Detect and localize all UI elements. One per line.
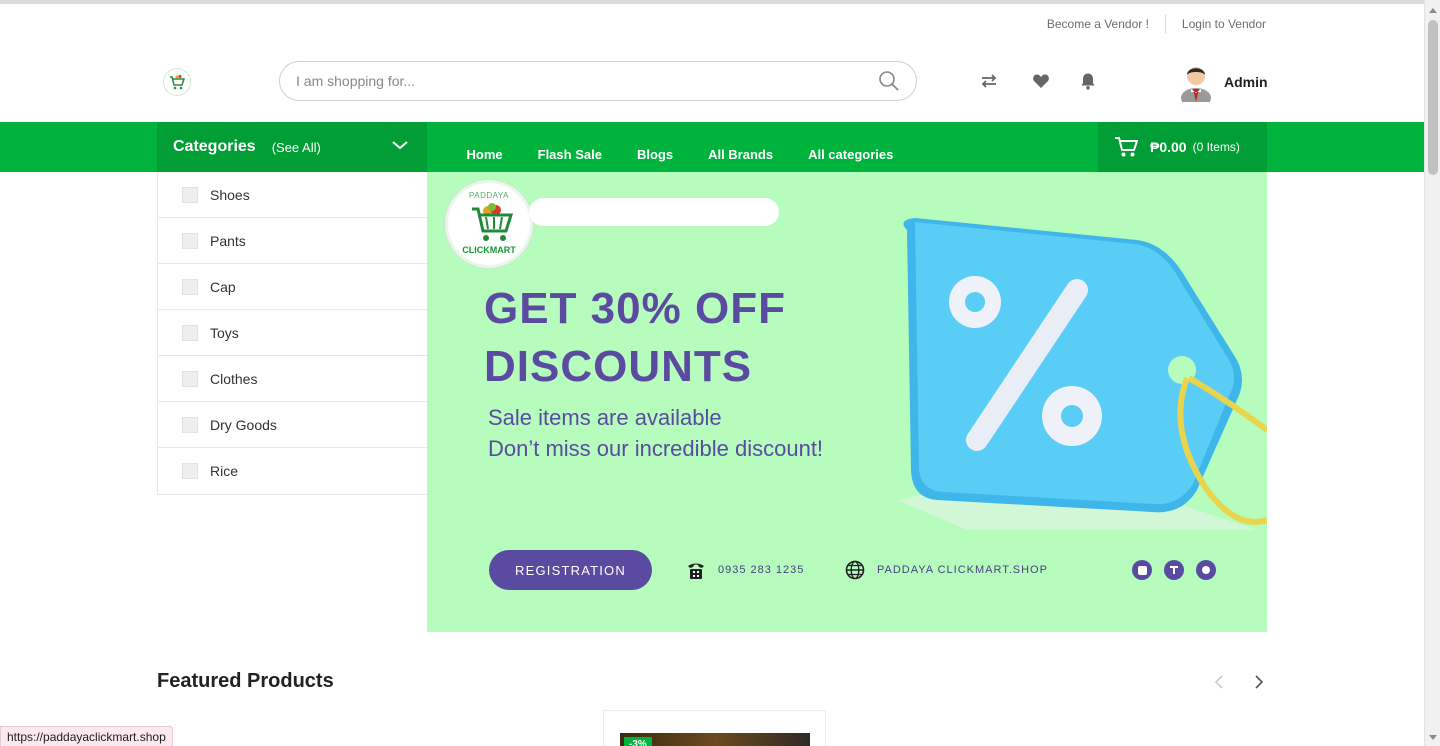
category-item-dry-goods[interactable]: Dry Goods [158,402,427,448]
categories-title: Categories [173,138,256,155]
banner-logo: PADDAYA CLICKMART [445,180,533,268]
banner-website-text: PADDAYA CLICKMART.SHOP [877,564,1048,576]
banner-website: PADDAYA CLICKMART.SHOP [845,560,1048,580]
category-item-cap[interactable]: Cap [158,264,427,310]
category-thumb [182,232,198,249]
banner-logo-bottom-text: CLICKMART [462,245,516,255]
banner-logo-top-text: PADDAYA [469,191,509,200]
social-circle-icon[interactable] [1196,560,1216,580]
category-thumb [182,463,198,479]
nav-all-categories[interactable]: All categories [791,147,911,162]
subtext-line-1: Sale items are available [488,405,722,430]
category-item-rice[interactable]: Rice [158,448,427,494]
become-vendor-link[interactable]: Become a Vendor ! [1047,17,1149,31]
banner-name-strip [529,198,779,226]
scroll-down-icon[interactable] [1429,735,1437,740]
twitter-icon[interactable] [1164,560,1184,580]
nav-all-brands[interactable]: All Brands [691,147,791,162]
chevron-right-icon[interactable] [1248,672,1268,692]
nav-blogs[interactable]: Blogs [619,147,690,162]
banner-phone-number: 0935 283 1235 [718,564,805,576]
bell-icon[interactable] [1078,71,1098,91]
search-bar [279,61,917,101]
category-label: Rice [210,463,239,479]
category-label: Clothes [210,370,258,387]
product-card[interactable]: -3% [603,710,826,746]
promo-banner[interactable]: PADDAYA CLICKMART GET 30% OFF DISCOUNTS … [427,172,1267,632]
category-thumb [182,278,198,295]
banner-headline: GET 30% OFF DISCOUNTS [484,280,786,396]
featured-products-title: Featured Products [157,670,334,692]
divider [1164,15,1166,33]
cart-icon [1115,137,1138,157]
subtext-line-2: Don’t miss our incredible discount! [488,436,824,461]
category-label: Toys [210,324,239,341]
category-item-shoes[interactable]: Shoes [158,172,427,218]
chevron-down-icon [392,141,408,150]
category-thumb [182,324,198,341]
compare-arrows-icon[interactable] [979,71,999,91]
scroll-up-icon[interactable] [1429,8,1437,13]
avatar [1181,67,1211,102]
category-label: Shoes [210,186,250,203]
see-all-link[interactable]: (See All) [272,140,321,155]
category-label: Cap [210,278,236,295]
percent-tag-illustration [897,218,1267,530]
category-thumb [182,370,198,387]
nav-home[interactable]: Home [449,147,520,162]
cart-logo-icon [170,75,186,90]
category-label: Dry Goods [210,416,277,433]
site-logo[interactable] [163,68,191,96]
category-thumb [182,416,198,433]
discount-badge: -3% [624,737,652,746]
registration-button[interactable]: REGISTRATION [489,550,652,590]
cart-amount: ₱0.00 [1150,139,1187,155]
banner-subtext: Sale items are available Don’t miss our … [488,402,823,464]
instagram-icon[interactable] [1132,560,1152,580]
user-name: Admin [1224,74,1268,90]
search-input[interactable] [296,73,878,89]
category-list: Shoes Pants Cap Toys Clothes Dry Goods R… [157,172,427,495]
main-menu: Home Flash Sale Blogs All Brands All cat… [449,122,911,172]
user-menu[interactable]: Admin [1180,62,1268,102]
page-scrollbar[interactable] [1424,0,1440,746]
page: Become a Vendor ! Login to Vendor I am s… [0,0,1424,746]
globe-icon [845,560,865,580]
category-label: Pants [210,232,246,249]
nav-flash-sale[interactable]: Flash Sale [520,147,619,162]
search-icon[interactable] [878,70,900,92]
categories-toggle[interactable]: Categories (See All) [157,122,427,172]
headline-line-2: DISCOUNTS [484,342,753,391]
category-item-clothes[interactable]: Clothes [158,356,427,402]
top-links: Become a Vendor ! Login to Vendor [1047,15,1266,33]
headline-line-1: GET 30% OFF [484,284,786,333]
category-item-toys[interactable]: Toys [158,310,427,356]
heart-icon[interactable] [1031,71,1051,91]
chevron-left-icon[interactable] [1210,672,1230,692]
telephone-icon [688,563,704,579]
status-url-tooltip: https://paddayaclickmart.shop [0,726,173,746]
shopping-basket-icon [472,203,514,241]
login-vendor-link[interactable]: Login to Vendor [1182,17,1266,31]
category-thumb [182,186,198,203]
scrollbar-thumb[interactable] [1428,20,1438,175]
category-item-pants[interactable]: Pants [158,218,427,264]
cart-item-count: (0 Items) [1192,140,1240,154]
cart-button[interactable]: ₱0.00 (0 Items) [1098,122,1267,172]
banner-phone: 0935 283 1235 [686,560,804,580]
